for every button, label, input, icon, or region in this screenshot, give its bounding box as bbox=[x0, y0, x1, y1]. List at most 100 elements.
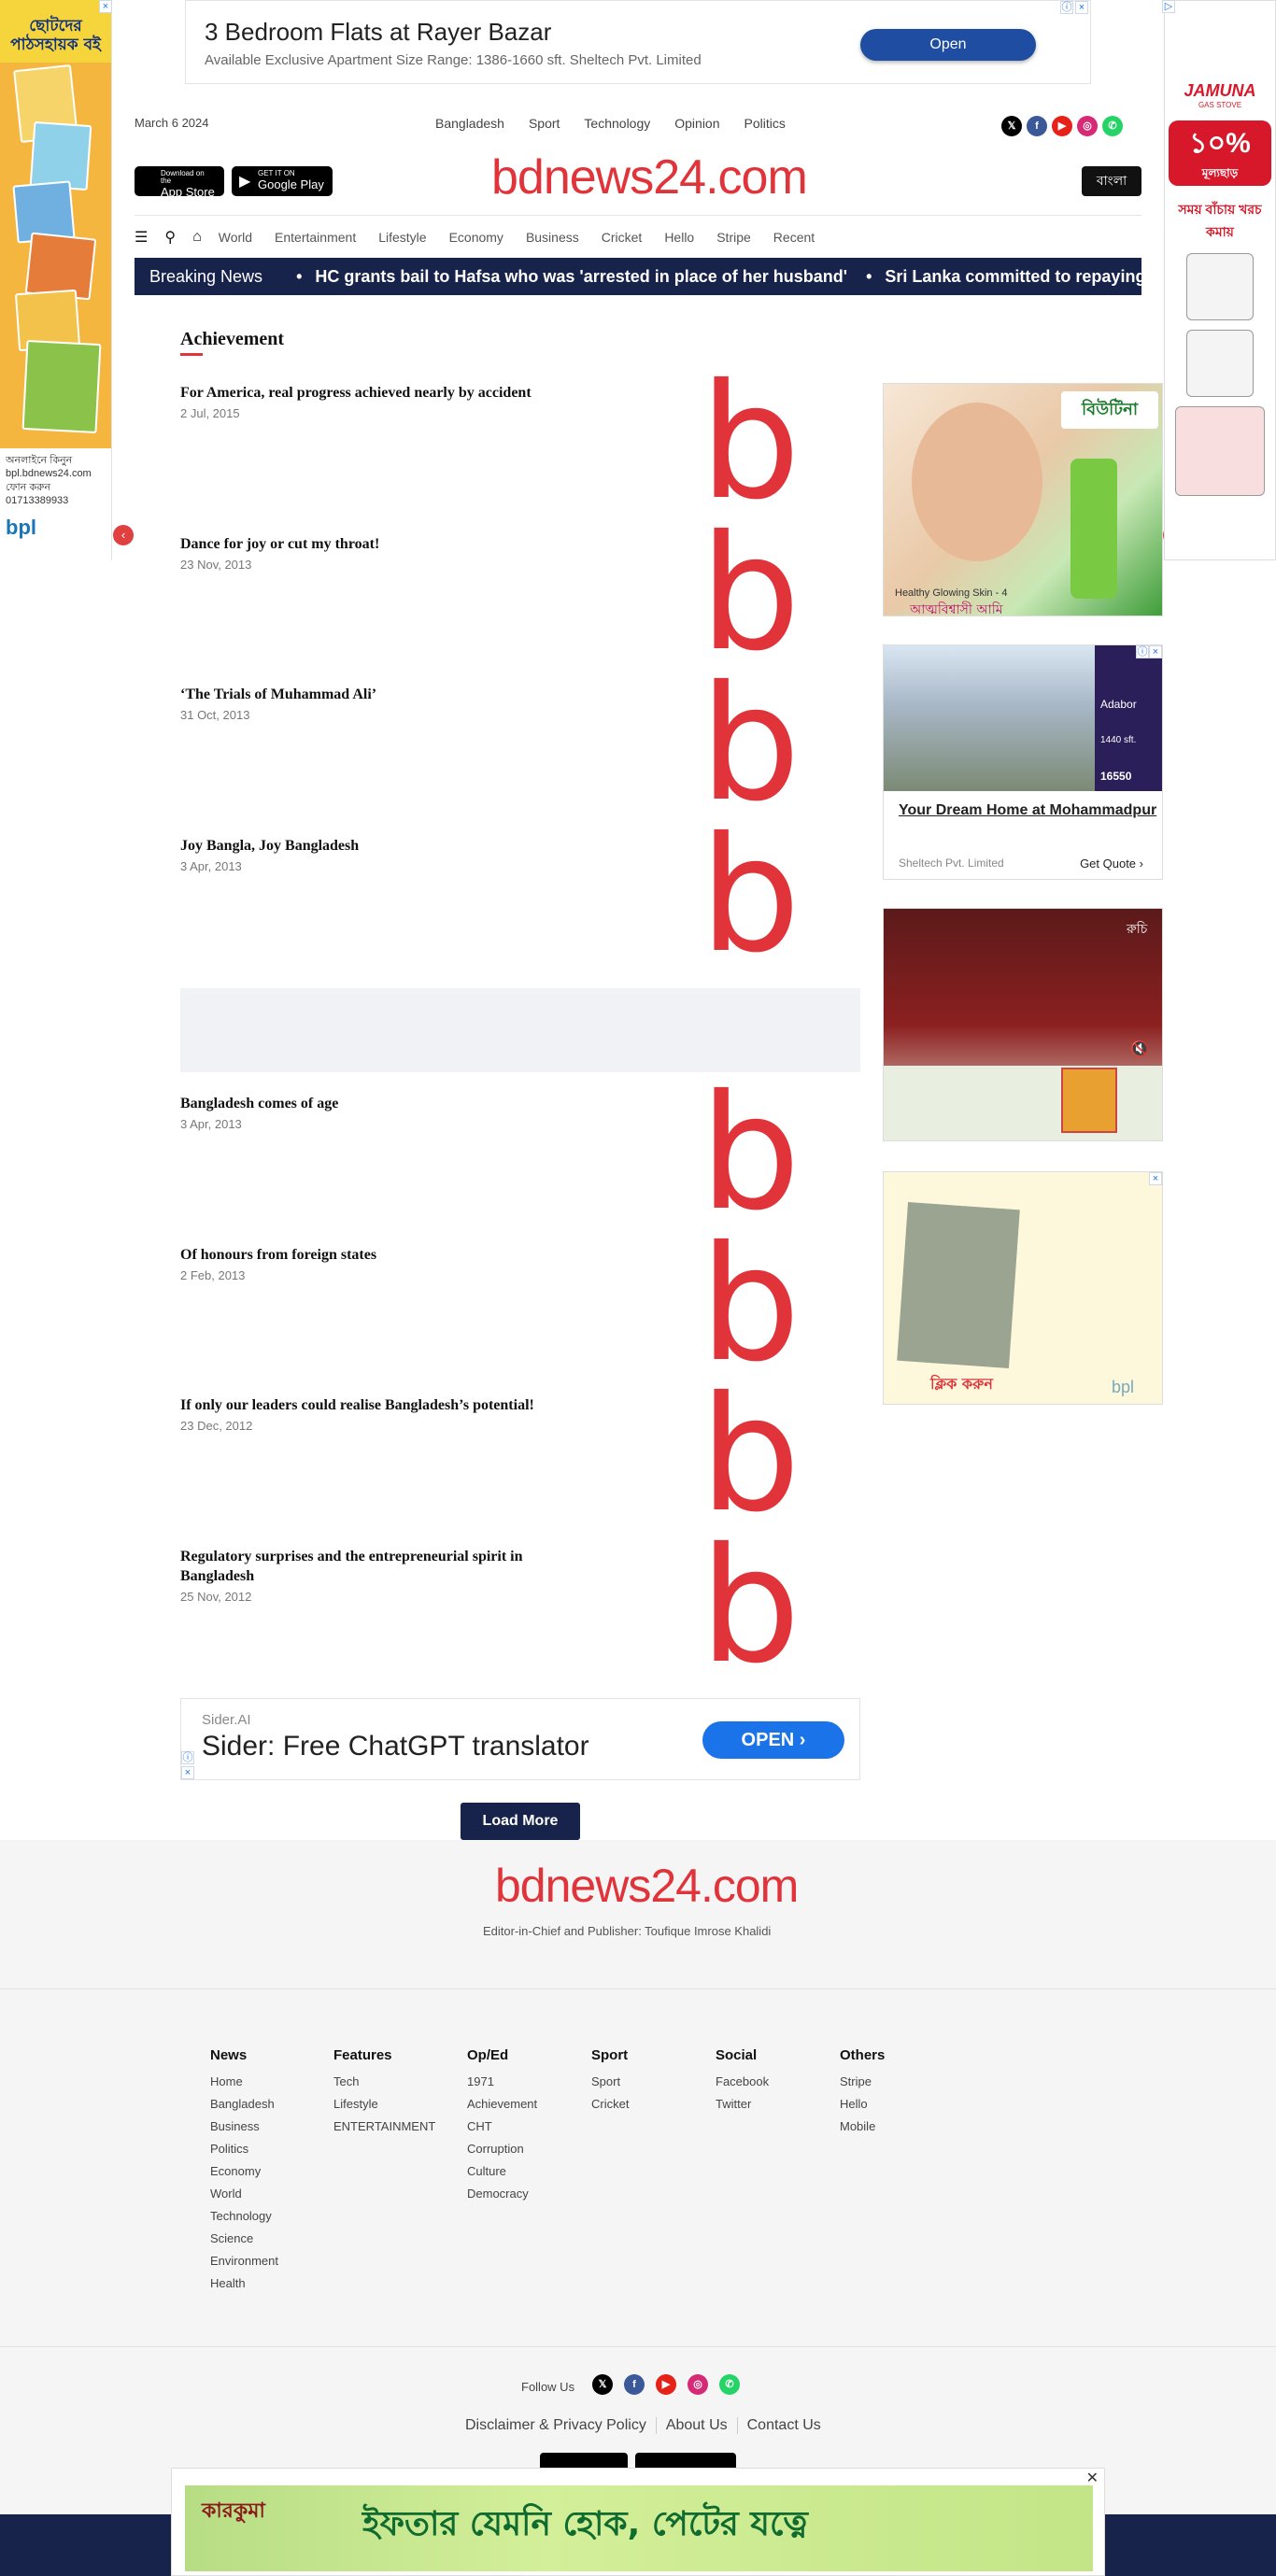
site-logo[interactable]: bdnews24.com bbox=[491, 149, 808, 205]
home-icon[interactable]: ⌂ bbox=[192, 229, 202, 246]
footer-link[interactable]: Environment bbox=[210, 2250, 278, 2272]
article-thumbnail[interactable]: b bbox=[688, 363, 813, 522]
carousel-prev-icon[interactable]: ‹ bbox=[113, 525, 134, 545]
footer-link[interactable]: Lifestyle bbox=[333, 2093, 435, 2116]
article-title[interactable]: Regulatory surprises and the entrepreneu… bbox=[180, 1547, 582, 1586]
footer-link[interactable]: Home bbox=[210, 2071, 278, 2093]
article-item[interactable]: Joy Bangla, Joy Bangladesh 3 Apr, 2013 b bbox=[180, 816, 860, 976]
menu-item-lifestyle[interactable]: Lifestyle bbox=[378, 230, 426, 245]
top-banner-ad[interactable]: 3 Bedroom Flats at Rayer Bazar Available… bbox=[185, 0, 1091, 84]
mute-icon[interactable]: 🔇 bbox=[1130, 1040, 1149, 1058]
hamburger-icon[interactable]: ☰ bbox=[135, 228, 148, 247]
get-quote-button[interactable]: Get Quote › bbox=[1080, 856, 1143, 870]
footer-link[interactable]: World bbox=[210, 2183, 278, 2205]
load-more-button[interactable]: Load More bbox=[461, 1803, 580, 1840]
article-thumbnail[interactable]: b bbox=[688, 1074, 813, 1233]
footer-link[interactable]: Cricket bbox=[591, 2093, 629, 2116]
menu-item-recent[interactable]: Recent bbox=[773, 230, 815, 245]
ad-close-icon[interactable]: × bbox=[1075, 1, 1088, 14]
top-nav-technology[interactable]: Technology bbox=[584, 116, 650, 131]
menu-item-hello[interactable]: Hello bbox=[664, 230, 694, 245]
article-thumbnail[interactable]: b bbox=[688, 515, 813, 673]
sheltech-title[interactable]: Your Dream Home at Mohammadpur bbox=[899, 800, 1156, 820]
bpl-book-ad[interactable]: ক্লিক করুন bpl × bbox=[883, 1171, 1163, 1405]
ticker-item[interactable]: HC grants bail to Hafsa who was 'arreste… bbox=[296, 267, 847, 287]
article-title[interactable]: For America, real progress achieved near… bbox=[180, 383, 582, 403]
top-nav-opinion[interactable]: Opinion bbox=[674, 116, 719, 131]
ad-close-icon[interactable]: × bbox=[99, 0, 112, 13]
top-nav-bangladesh[interactable]: Bangladesh bbox=[435, 116, 504, 131]
article-title[interactable]: Joy Bangla, Joy Bangladesh bbox=[180, 836, 582, 856]
footer-link[interactable]: Facebook bbox=[716, 2071, 769, 2093]
footer-link[interactable]: Culture bbox=[467, 2160, 537, 2183]
article-title[interactable]: If only our leaders could realise Bangla… bbox=[180, 1395, 582, 1415]
x-icon[interactable]: 𝕏 bbox=[592, 2374, 613, 2395]
article-title[interactable]: Dance for joy or cut my throat! bbox=[180, 534, 582, 554]
language-button[interactable]: বাংলা bbox=[1082, 166, 1141, 196]
menu-item-cricket[interactable]: Cricket bbox=[602, 230, 643, 245]
article-thumbnail[interactable]: b bbox=[688, 816, 813, 975]
footer-link[interactable]: CHT bbox=[467, 2116, 537, 2138]
article-thumbnail[interactable]: b bbox=[688, 1225, 813, 1384]
article-thumbnail[interactable]: b bbox=[688, 1376, 813, 1535]
footer-link[interactable]: Mobile bbox=[840, 2116, 885, 2138]
ad-close-icon[interactable]: ▷ bbox=[1162, 0, 1175, 13]
footer-link[interactable]: Technology bbox=[210, 2205, 278, 2228]
footer-link[interactable]: Democracy bbox=[467, 2183, 537, 2205]
left-side-ad[interactable]: ছোটদের পাঠসহায়ক বই অনলাইনে কিনুন bpl.bd… bbox=[0, 0, 112, 560]
contact-link[interactable]: Contact Us bbox=[738, 2417, 830, 2434]
x-icon[interactable]: 𝕏 bbox=[1001, 116, 1022, 136]
top-ad-open-button[interactable]: Open bbox=[860, 29, 1036, 61]
whatsapp-icon[interactable]: ✆ bbox=[719, 2374, 740, 2395]
ad-close-icon[interactable]: × bbox=[181, 1766, 194, 1779]
ad-info-icon[interactable]: ⓘ bbox=[1060, 1, 1073, 14]
facebook-icon[interactable]: f bbox=[1027, 116, 1047, 136]
article-title[interactable]: ‘The Trials of Muhammad Ali’ bbox=[180, 685, 582, 704]
footer-link[interactable]: Science bbox=[210, 2228, 278, 2250]
instagram-icon[interactable]: ◎ bbox=[1077, 116, 1098, 136]
footer-link[interactable]: Health bbox=[210, 2272, 278, 2295]
menu-item-stripe[interactable]: Stripe bbox=[716, 230, 751, 245]
footer-link[interactable]: Tech bbox=[333, 2071, 435, 2093]
right-side-ad[interactable]: JAMUNA GAS STOVE ১০% মূল্যছাড় সময় বাঁচা… bbox=[1164, 0, 1276, 560]
sider-ad[interactable]: Sider.AI Sider: Free ChatGPT translator … bbox=[180, 1698, 860, 1780]
beautina-ad[interactable]: বিউটিনা Healthy Glowing Skin - 4 আত্মবিশ… bbox=[883, 383, 1163, 616]
footer-link[interactable]: Stripe bbox=[840, 2071, 885, 2093]
menu-item-economy[interactable]: Economy bbox=[449, 230, 503, 245]
facebook-icon[interactable]: f bbox=[624, 2374, 645, 2395]
youtube-icon[interactable]: ▶ bbox=[1052, 116, 1072, 136]
close-icon[interactable]: ✕ bbox=[1086, 2469, 1099, 2487]
menu-item-business[interactable]: Business bbox=[526, 230, 579, 245]
footer-link[interactable]: Twitter bbox=[716, 2093, 769, 2116]
menu-item-world[interactable]: World bbox=[219, 230, 252, 245]
footer-link[interactable]: Corruption bbox=[467, 2138, 537, 2160]
google-play-button[interactable]: ▶ GET IT ON Google Play bbox=[232, 166, 333, 196]
footer-link[interactable]: Bangladesh bbox=[210, 2093, 278, 2116]
article-thumbnail[interactable]: b bbox=[688, 665, 813, 824]
footer-link[interactable]: Hello bbox=[840, 2093, 885, 2116]
footer-link[interactable]: Business bbox=[210, 2116, 278, 2138]
disclaimer-link[interactable]: Disclaimer & Privacy Policy bbox=[456, 2417, 657, 2434]
ticker-item[interactable]: Sri Lanka committed to repaying bbox=[866, 267, 1141, 287]
ruchi-ad[interactable]: রুচি 🔇 bbox=[883, 908, 1163, 1141]
footer-link[interactable]: Sport bbox=[591, 2071, 629, 2093]
footer-link[interactable]: Politics bbox=[210, 2138, 278, 2160]
article-title[interactable]: Bangladesh comes of age bbox=[180, 1094, 582, 1113]
article-thumbnail[interactable]: b bbox=[688, 1527, 813, 1686]
sider-open-button[interactable]: OPEN › bbox=[702, 1721, 844, 1759]
search-icon[interactable]: ⚲ bbox=[164, 228, 176, 247]
sticky-bottom-ad[interactable]: কারকুমা ইফতার যেমনি হোক, পেটের যত্নে ✕ bbox=[171, 2468, 1105, 2576]
ad-close-icon[interactable]: × bbox=[1149, 1172, 1162, 1185]
top-nav-sport[interactable]: Sport bbox=[529, 116, 560, 131]
ad-info-icon[interactable]: ⓘ bbox=[1136, 645, 1149, 658]
youtube-icon[interactable]: ▶ bbox=[656, 2374, 676, 2395]
app-store-button[interactable]: Download on the App Store bbox=[135, 166, 224, 199]
instagram-icon[interactable]: ◎ bbox=[688, 2374, 708, 2395]
article-title[interactable]: Of honours from foreign states bbox=[180, 1245, 582, 1265]
sheltech-ad[interactable]: Adabor 1440 sft. 16550 Your Dream Home a… bbox=[883, 644, 1163, 880]
footer-link[interactable]: 1971 bbox=[467, 2071, 537, 2093]
footer-logo[interactable]: bdnews24.com bbox=[495, 1859, 799, 1913]
ad-close-icon[interactable]: × bbox=[1149, 645, 1162, 658]
menu-item-entertainment[interactable]: Entertainment bbox=[275, 230, 356, 245]
whatsapp-icon[interactable]: ✆ bbox=[1102, 116, 1123, 136]
